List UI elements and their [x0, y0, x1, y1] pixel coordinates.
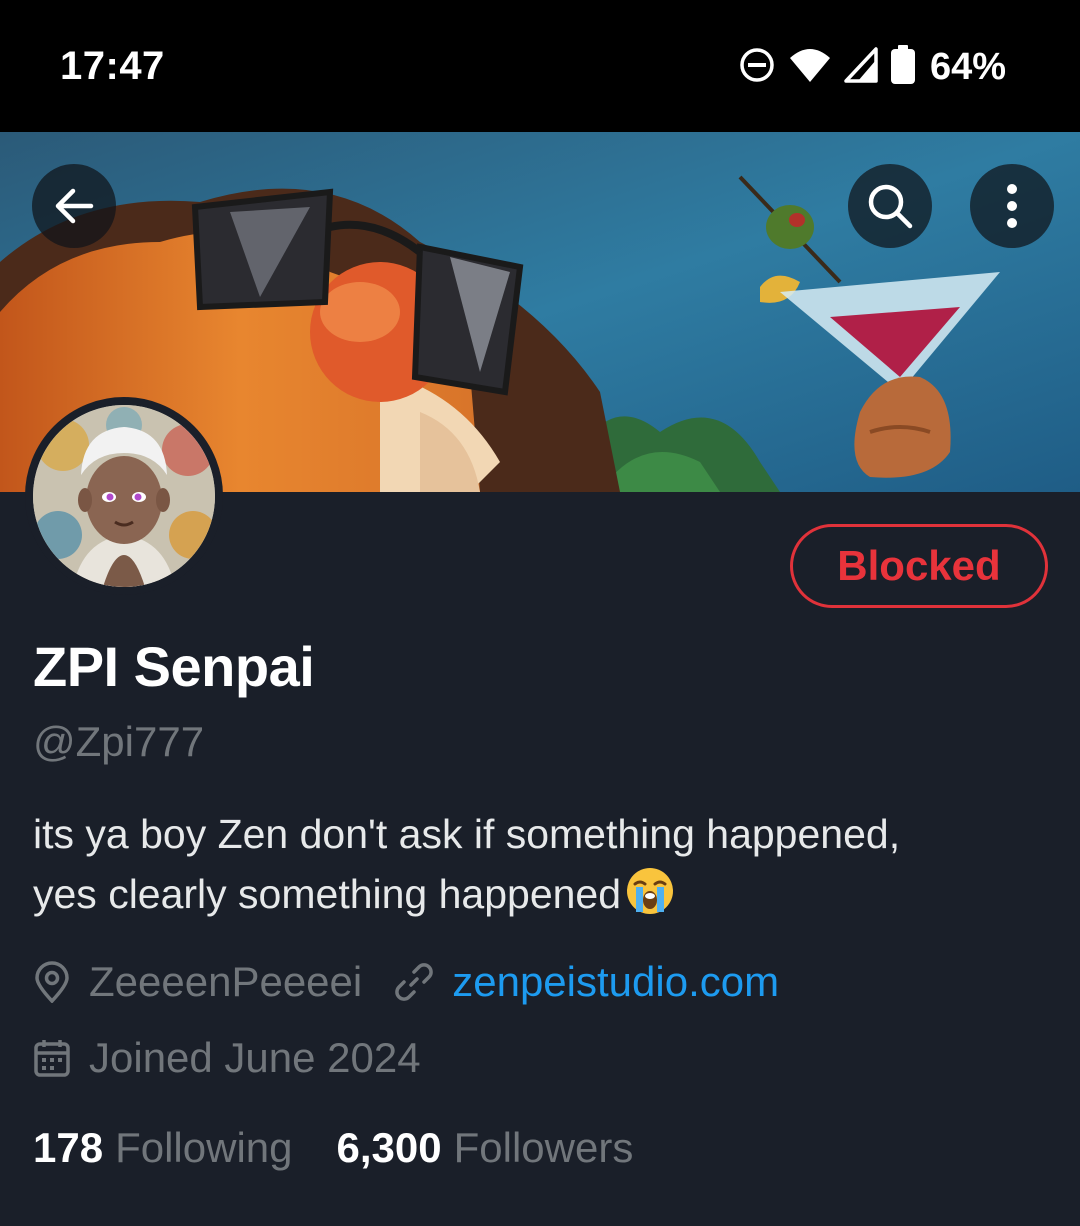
wifi-icon [788, 46, 832, 89]
search-button[interactable] [848, 164, 932, 248]
profile-bio: its ya boy Zen don't ask if something ha… [33, 804, 1053, 932]
followers-label: Followers [453, 1124, 634, 1171]
blocked-button[interactable]: Blocked [790, 524, 1048, 608]
followers-count: 6,300 [336, 1124, 442, 1171]
profile-joined-date: Joined June 2024 [89, 1034, 421, 1081]
display-name: ZPI Senpai [33, 635, 315, 698]
loudly-crying-face-icon [625, 866, 675, 932]
profile-screen: 17:47 64% Blocked ZPI Senpai @Zpi777 its… [0, 0, 1080, 1226]
user-handle: @Zpi777 [33, 718, 205, 765]
followers-link[interactable]: 6,300 Followers [337, 1124, 634, 1172]
do-not-disturb-icon [738, 46, 776, 89]
signal-icon [844, 46, 878, 89]
calendar-icon [33, 1038, 71, 1078]
bio-line-text: yes clearly something happened [33, 871, 622, 917]
status-time: 17:47 [60, 44, 165, 88]
back-button[interactable] [32, 164, 116, 248]
bio-line-2: yes clearly something happened [33, 864, 1053, 932]
search-icon [868, 184, 913, 229]
profile-website-link[interactable]: zenpeistudio.com [452, 958, 779, 1006]
following-label: Following [115, 1124, 293, 1171]
profile-meta-row: ZeeeenPeeeei zenpeistudio.com [33, 958, 779, 1006]
link-icon [394, 962, 434, 1002]
battery-icon [890, 44, 916, 90]
more-vertical-icon [1007, 184, 1017, 228]
location-pin-icon [33, 961, 71, 1003]
profile-location: ZeeeenPeeeei [89, 958, 363, 1005]
following-link[interactable]: 178 Following [33, 1124, 293, 1172]
following-count: 178 [33, 1124, 104, 1171]
profile-stats: 178 Following 6,300 Followers [33, 1124, 633, 1172]
more-options-button[interactable] [970, 164, 1054, 248]
battery-percent: 64% [929, 45, 1006, 88]
status-icons: 64% [738, 44, 1006, 90]
status-bar: 17:47 64% [0, 0, 1080, 132]
avatar[interactable] [25, 397, 223, 595]
profile-joined-row: Joined June 2024 [33, 1034, 421, 1082]
bio-line: its ya boy Zen don't ask if something ha… [33, 811, 901, 857]
back-arrow-icon [55, 188, 94, 224]
